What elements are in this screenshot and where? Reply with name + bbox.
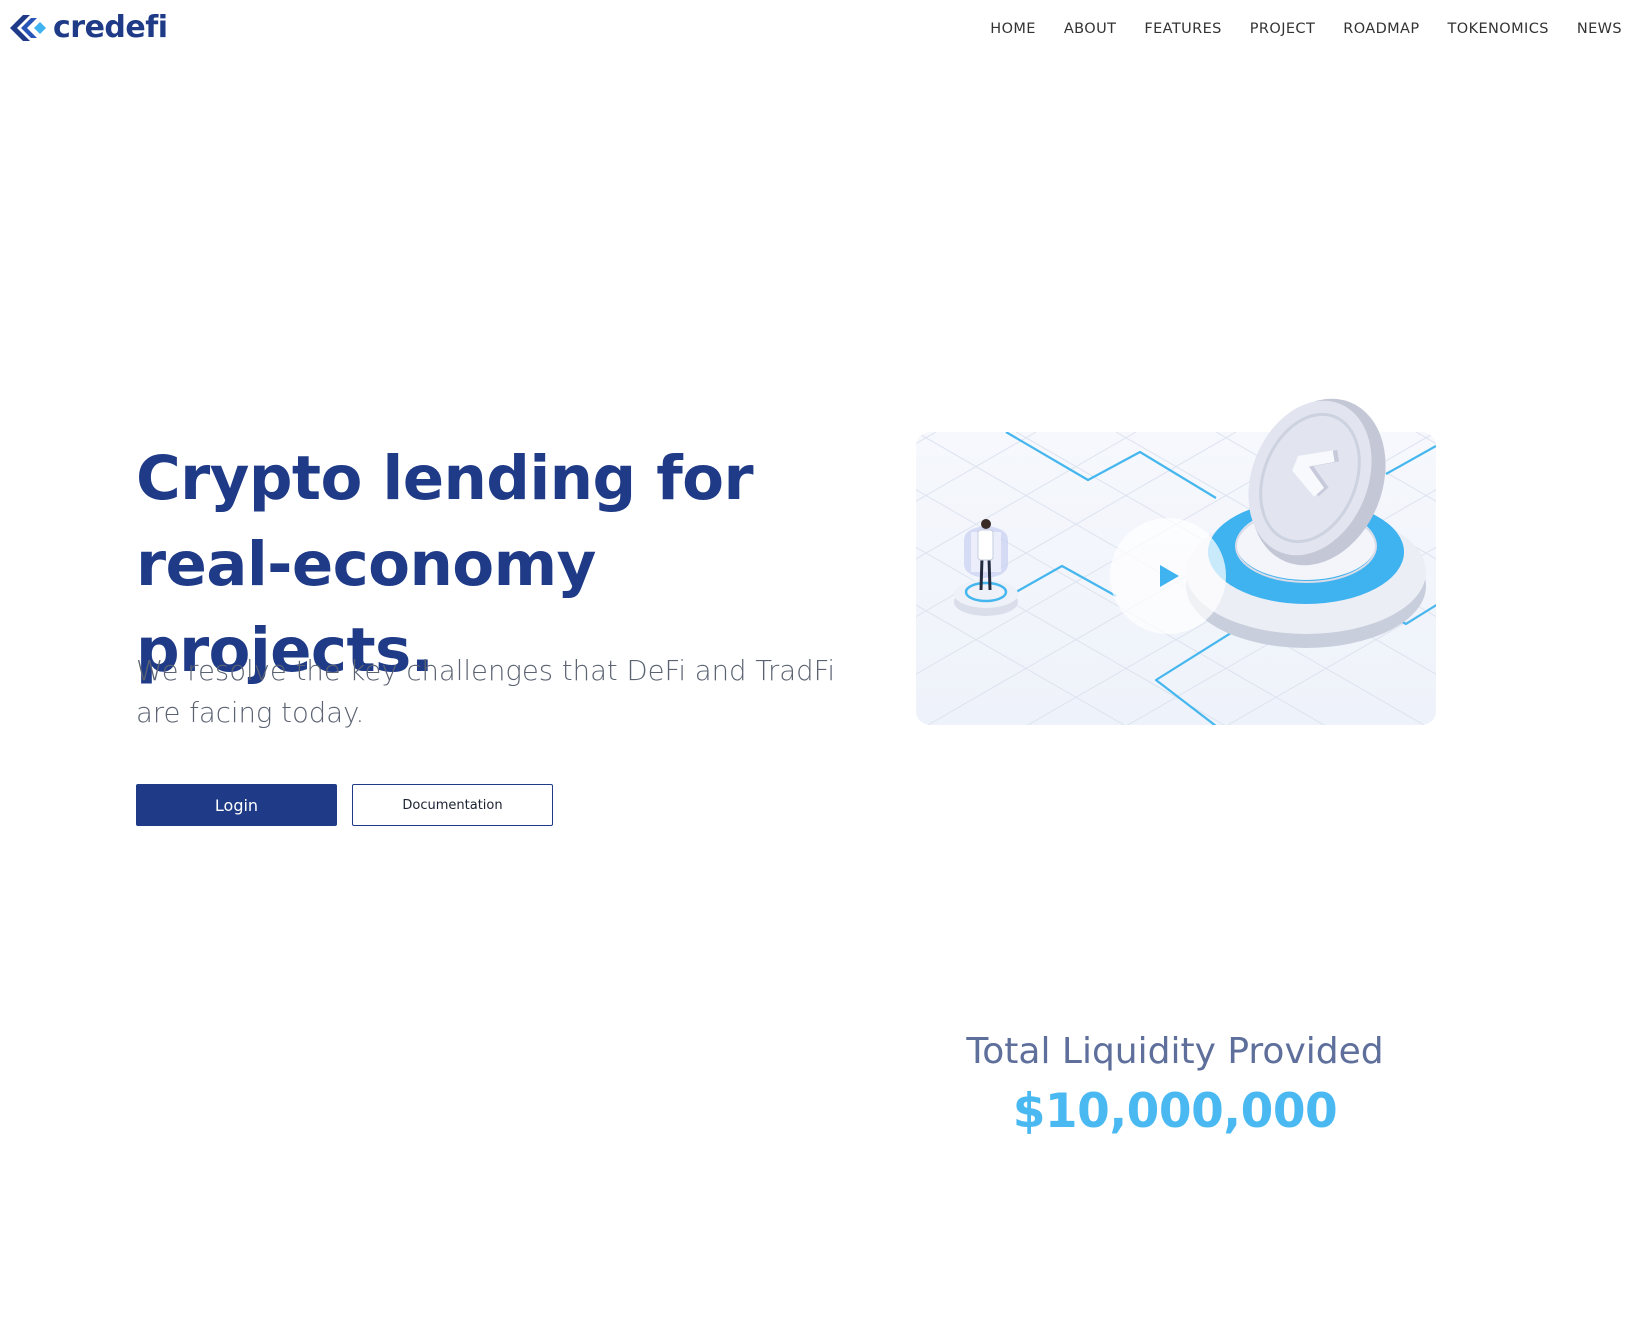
play-button[interactable] bbox=[1110, 518, 1226, 634]
total-liquidity-value: $10,000,000 bbox=[1012, 1084, 1338, 1139]
brand-logo[interactable]: credefi bbox=[10, 12, 168, 44]
total-liquidity-label: Total Liquidity Provided bbox=[966, 1031, 1384, 1072]
hero-subtitle: We resolve the key challenges that DeFi … bbox=[136, 655, 836, 729]
nav-tokenomics[interactable]: TOKENOMICS bbox=[1448, 20, 1549, 38]
hero-video[interactable] bbox=[916, 380, 1436, 725]
nav-project[interactable]: PROJECT bbox=[1250, 20, 1315, 38]
nav-news[interactable]: NEWS bbox=[1577, 20, 1622, 38]
credefi-logo-icon bbox=[10, 15, 46, 41]
nav-features[interactable]: FEATURES bbox=[1144, 20, 1221, 38]
documentation-button[interactable]: Documentation bbox=[352, 784, 553, 826]
landing-page: credefi HOME ABOUT FEATURES PROJECT ROAD… bbox=[0, 0, 1636, 1327]
main-nav: HOME ABOUT FEATURES PROJECT ROADMAP TOKE… bbox=[962, 20, 1622, 38]
play-icon bbox=[1160, 565, 1179, 587]
nav-roadmap[interactable]: ROADMAP bbox=[1343, 20, 1419, 38]
login-button[interactable]: Login bbox=[136, 784, 337, 826]
nav-about[interactable]: ABOUT bbox=[1064, 20, 1117, 38]
site-header: credefi HOME ABOUT FEATURES PROJECT ROAD… bbox=[0, 0, 1636, 62]
brand-name: credefi bbox=[53, 10, 168, 45]
nav-home[interactable]: HOME bbox=[990, 20, 1036, 38]
hero-title-line-1: Crypto lending for bbox=[136, 443, 754, 514]
